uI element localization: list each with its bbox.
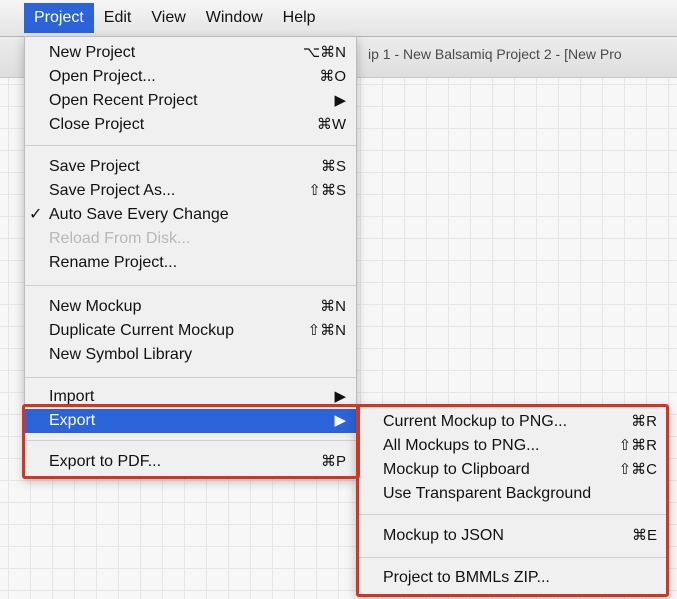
menu-item-save-project-as[interactable]: Save Project As... ⇧⌘S [25, 179, 356, 203]
menu-item-label: Reload From Disk... [49, 230, 191, 247]
menu-item-import[interactable]: Import ▶ [25, 385, 356, 409]
window-title: ip 1 - New Balsamiq Project 2 - [New Pro [368, 46, 622, 62]
submenu-arrow-icon: ▶ [334, 92, 346, 109]
menu-item-label: Auto Save Every Change [49, 206, 229, 223]
menu-item-new-project[interactable]: New Project ⌥⌘N [25, 41, 356, 65]
menu-help[interactable]: Help [273, 3, 326, 33]
menu-item-shortcut: ⌘P [320, 453, 346, 470]
menu-item-all-mockups-to-png[interactable]: All Mockups to PNG... ⇧⌘R [357, 434, 667, 458]
menu-item-label: Mockup to Clipboard [383, 461, 530, 478]
menu-item-label: Duplicate Current Mockup [49, 322, 234, 339]
menu-separator [25, 145, 356, 146]
menu-item-label: Project to BMMLs ZIP... [383, 569, 550, 586]
menu-item-label: Mockup to JSON [383, 527, 504, 544]
submenu-arrow-icon: ▶ [334, 412, 346, 429]
menu-item-label: All Mockups to PNG... [383, 437, 540, 454]
menu-bar: Project Edit View Window Help [0, 0, 677, 37]
menu-item-shortcut: ⇧⌘N [307, 322, 346, 339]
menu-separator [25, 377, 356, 378]
menu-item-shortcut: ⌘W [316, 116, 346, 133]
menu-item-project-to-bmmls-zip[interactable]: Project to BMMLs ZIP... [357, 566, 667, 590]
menu-window[interactable]: Window [196, 3, 273, 33]
menu-item-label: Use Transparent Background [383, 485, 592, 502]
menu-item-label: New Project [49, 44, 136, 61]
menu-view[interactable]: View [141, 3, 195, 33]
menu-item-reload-from-disk: Reload From Disk... [25, 227, 356, 251]
menu-item-label: Open Project... [49, 68, 156, 85]
menu-item-shortcut: ⇧⌘C [618, 461, 657, 478]
menu-item-shortcut: ⇧⌘R [618, 437, 657, 454]
project-menu: New Project ⌥⌘N Open Project... ⌘O Open … [24, 36, 357, 477]
menu-item-shortcut: ⌘O [319, 68, 346, 85]
menu-item-use-transparent-background[interactable]: Use Transparent Background [357, 482, 667, 506]
menu-item-shortcut: ⌥⌘N [302, 44, 346, 61]
menu-item-open-recent-project[interactable]: Open Recent Project ▶ [25, 89, 356, 113]
menu-item-mockup-to-clipboard[interactable]: Mockup to Clipboard ⇧⌘C [357, 458, 667, 482]
menu-item-label: New Mockup [49, 298, 142, 315]
menu-item-label: Rename Project... [49, 254, 178, 271]
menu-item-shortcut: ⇧⌘S [308, 182, 346, 199]
menu-separator [25, 285, 356, 286]
menu-item-export-to-pdf[interactable]: Export to PDF... ⌘P [25, 450, 356, 474]
menu-item-label: Open Recent Project [49, 92, 198, 109]
menu-edit[interactable]: Edit [94, 3, 142, 33]
checkmark-icon: ✓ [29, 206, 43, 223]
export-submenu: Current Mockup to PNG... ⌘R All Mockups … [356, 405, 668, 595]
menu-item-new-mockup[interactable]: New Mockup ⌘N [25, 295, 356, 319]
menu-project[interactable]: Project [24, 3, 94, 33]
menu-item-duplicate-mockup[interactable]: Duplicate Current Mockup ⇧⌘N [25, 319, 356, 343]
menu-item-new-symbol-library[interactable]: New Symbol Library [25, 343, 356, 367]
menu-item-shortcut: ⌘N [320, 298, 346, 315]
menu-item-save-project[interactable]: Save Project ⌘S [25, 155, 356, 179]
menu-item-close-project[interactable]: Close Project ⌘W [25, 113, 356, 137]
menu-item-label: Save Project As... [49, 182, 176, 199]
menu-item-export[interactable]: Export ▶ [25, 409, 356, 433]
menu-item-label: Save Project [49, 158, 140, 175]
menu-item-rename-project[interactable]: Rename Project... [25, 251, 356, 275]
menu-item-shortcut: ⌘E [631, 527, 657, 544]
submenu-arrow-icon: ▶ [334, 388, 346, 405]
menu-item-mockup-to-json[interactable]: Mockup to JSON ⌘E [357, 524, 667, 548]
menu-item-auto-save[interactable]: ✓ Auto Save Every Change [25, 203, 356, 227]
menu-item-open-project[interactable]: Open Project... ⌘O [25, 65, 356, 89]
menu-item-label: New Symbol Library [49, 346, 193, 363]
menu-separator [357, 557, 667, 558]
menu-separator [25, 440, 356, 441]
menu-item-shortcut: ⌘R [631, 413, 657, 430]
menu-item-label: Import [49, 388, 95, 405]
menu-item-label: Export [49, 412, 96, 429]
menu-item-current-mockup-to-png[interactable]: Current Mockup to PNG... ⌘R [357, 410, 667, 434]
menu-item-shortcut: ⌘S [320, 158, 346, 175]
menu-item-label: Close Project [49, 116, 145, 133]
menu-item-label: Current Mockup to PNG... [383, 413, 568, 430]
menu-separator [357, 514, 667, 515]
menu-item-label: Export to PDF... [49, 453, 162, 470]
